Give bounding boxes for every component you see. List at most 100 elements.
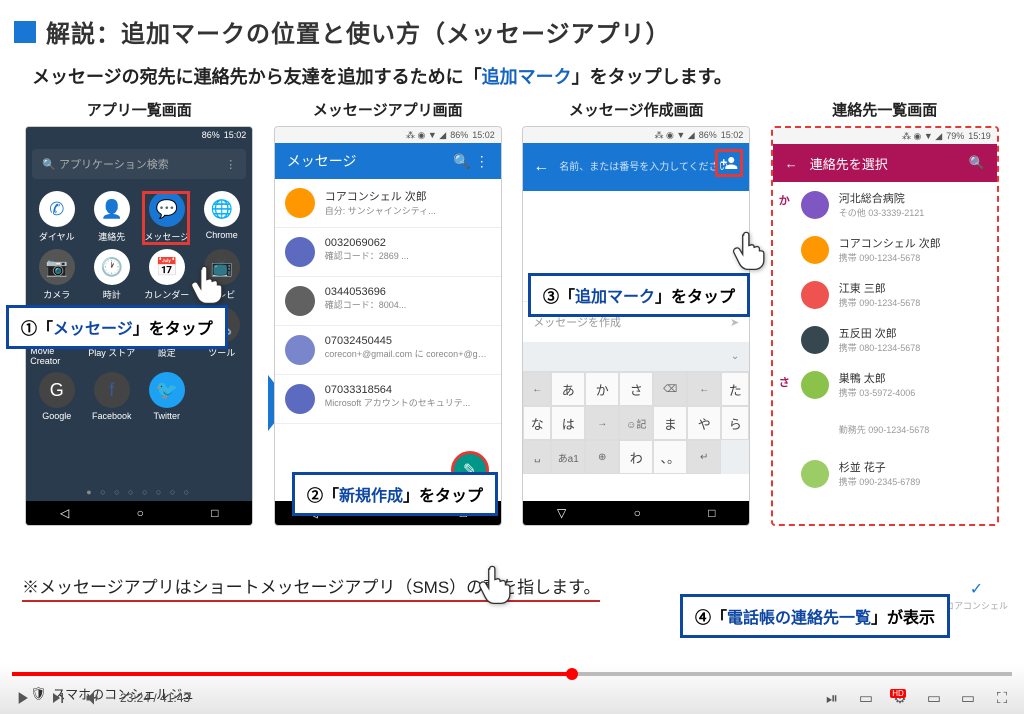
- contact-row[interactable]: 杉並 花子携帯 090-2345-6789: [773, 451, 997, 496]
- slide-subtitle: メッセージの宛先に連絡先から友達を追加するために「追加マーク」をタップします。: [32, 63, 1010, 89]
- index-label: さ: [779, 374, 790, 390]
- avatar: [285, 188, 315, 218]
- progress-bar[interactable]: [12, 672, 1012, 676]
- keyboard-suggestions: ⌄: [523, 342, 749, 372]
- key[interactable]: →: [585, 406, 619, 440]
- key[interactable]: あa1: [551, 440, 585, 474]
- person-add-icon: [720, 154, 738, 172]
- key[interactable]: ⊕: [585, 440, 619, 474]
- contact-row[interactable]: 五反田 次郎携帯 080-1234-5678: [773, 317, 997, 362]
- avatar: [801, 415, 829, 443]
- slide-content: 解説：追加マークの位置と使い方（メッセージアプリ） メッセージの宛先に連絡先から…: [0, 0, 1024, 664]
- search-icon[interactable]: 🔍 ⋮: [453, 153, 488, 170]
- phone-compose: ⁂ ◉ ▼ ◢86%15:02 ← 名前、または番号を入力してください メッセー…: [522, 126, 750, 526]
- app-facebook[interactable]: fFacebook: [85, 372, 138, 421]
- brand-logo: ✓コアコンシェル: [945, 579, 1008, 612]
- back-icon[interactable]: ←: [785, 156, 798, 171]
- recipient-input[interactable]: 名前、または番号を入力してください: [559, 161, 739, 174]
- app-dial[interactable]: ✆ダイヤル: [30, 191, 83, 243]
- app-camera[interactable]: 📷カメラ: [30, 249, 83, 301]
- key[interactable]: な: [523, 406, 551, 440]
- status-bar: ⁂ ◉ ▼ ◢86%15:02: [523, 127, 749, 143]
- key[interactable]: ま: [653, 406, 687, 440]
- key[interactable]: ら: [721, 406, 749, 440]
- play-button[interactable]: [12, 688, 32, 708]
- app-chrome[interactable]: 🌐Chrome: [195, 191, 248, 243]
- contact-row[interactable]: 勤務先 090-1234-5678: [773, 407, 997, 451]
- title-row: 解説：追加マークの位置と使い方（メッセージアプリ）: [14, 14, 1010, 49]
- message-list: コアコンシェル 次郎自分: サンシャインシティ... 0032069062確認コ…: [275, 179, 501, 424]
- message-row[interactable]: 07033318564Microsoft アカウントのセキュリテ...: [275, 375, 501, 424]
- message-row[interactable]: 0344053696確認コード：8004...: [275, 277, 501, 326]
- contacts-list: か 河北総合病院その他 03-3339-2121 コアコンシェル 次郎携帯 09…: [773, 182, 997, 496]
- volume-button[interactable]: [84, 688, 104, 708]
- app-search-input[interactable]: 🔍 アプリケーション検索⋮: [32, 149, 246, 179]
- add-contact-button[interactable]: [715, 149, 743, 177]
- key[interactable]: ←: [687, 372, 721, 406]
- message-row[interactable]: コアコンシェル 次郎自分: サンシャインシティ...: [275, 179, 501, 228]
- app-tv[interactable]: 📺テレビ: [195, 249, 248, 301]
- avatar: [801, 281, 829, 309]
- key[interactable]: ←: [523, 372, 551, 406]
- theater-button[interactable]: ▭: [958, 688, 978, 708]
- contact-row[interactable]: 江東 三郎携帯 090-1234-5678: [773, 272, 997, 317]
- subtitle-highlight: 追加マーク: [482, 67, 572, 87]
- contact-row[interactable]: 巣鴨 太郎携帯 03-5972-4006: [773, 362, 997, 407]
- status-bar: ⁂ ◉ ▼ ◢79%15:19: [773, 128, 997, 144]
- header-title: 連絡先を選択: [810, 154, 888, 173]
- app-clock[interactable]: 🕐時計: [85, 249, 138, 301]
- col-title: アプリ一覧画面: [87, 99, 192, 120]
- key[interactable]: た: [721, 372, 749, 406]
- contact-row[interactable]: 河北総合病院その他 03-3339-2121: [773, 182, 997, 227]
- back-icon[interactable]: ◁: [60, 506, 69, 520]
- send-icon[interactable]: ➤: [730, 316, 739, 329]
- message-row[interactable]: 0032069062確認コード：2869 ...: [275, 228, 501, 277]
- slide-title: 解説：追加マークの位置と使い方（メッセージアプリ）: [46, 14, 671, 49]
- col-message-list: メッセージアプリ画面 ⁂ ◉ ▼ ◢86%15:02 メッセージ🔍 ⋮ コアコン…: [267, 99, 510, 526]
- key[interactable]: や: [687, 406, 721, 440]
- footnote: ※メッセージアプリはショートメッセージアプリ（SMS）の事を指します。: [22, 573, 600, 602]
- key[interactable]: さ: [619, 372, 653, 406]
- app-messages[interactable]: 💬メッセージ: [140, 191, 193, 243]
- app-google[interactable]: GGoogle: [30, 372, 83, 421]
- phone-contacts: ⁂ ◉ ▼ ◢79%15:19 ← 連絡先を選択 🔍 か 河北総合病院その他 03-…: [771, 126, 999, 526]
- chevron-down-icon[interactable]: ⌄: [731, 351, 739, 362]
- app-twitter[interactable]: 🐦Twitter: [140, 372, 193, 421]
- col-title: 連絡先一覧画面: [832, 99, 937, 120]
- fullscreen-button[interactable]: ⛶: [992, 688, 1012, 708]
- home-icon[interactable]: ○: [137, 506, 144, 520]
- key[interactable]: か: [585, 372, 619, 406]
- back-icon[interactable]: ←: [533, 158, 549, 176]
- subtitle-post: 」をタップします。: [572, 67, 732, 87]
- key-enter[interactable]: ↵: [687, 440, 721, 474]
- phone-message-list: ⁂ ◉ ▼ ◢86%15:02 メッセージ🔍 ⋮ コアコンシェル 次郎自分: サ…: [274, 126, 502, 526]
- app-contacts[interactable]: 👤連絡先: [85, 191, 138, 243]
- recent-icon[interactable]: □: [211, 506, 218, 520]
- avatar: [801, 460, 829, 488]
- key[interactable]: 、。: [653, 440, 687, 474]
- key[interactable]: ␣: [523, 440, 551, 474]
- android-navbar: ◁ ○ □: [26, 501, 252, 525]
- message-row[interactable]: 07032450445corecon+@gmail.com に corecon+…: [275, 326, 501, 375]
- miniplayer-button[interactable]: ▭: [924, 688, 944, 708]
- key[interactable]: は: [551, 406, 585, 440]
- app-calendar[interactable]: 📅カレンダー: [140, 249, 193, 301]
- more-icon[interactable]: ⋮: [225, 158, 236, 171]
- key[interactable]: あ: [551, 372, 585, 406]
- search-icon[interactable]: 🔍: [969, 155, 985, 171]
- avatar: [285, 286, 315, 316]
- contact-row[interactable]: コアコンシェル 次郎携帯 090-1234-5678: [773, 227, 997, 272]
- captions-button[interactable]: ▭: [856, 688, 876, 708]
- callout-1: ①「メッセージ」をタップ: [6, 305, 228, 349]
- next-button[interactable]: [48, 688, 68, 708]
- avatar: [285, 335, 315, 365]
- keyboard: ⌄ ←あかさ⌫ ←たなは→ ☺記まやら␣ あa1⊕わ、。↵: [523, 342, 749, 474]
- autoplay-toggle[interactable]: ⏯: [822, 688, 842, 708]
- key-delete[interactable]: ⌫: [653, 372, 687, 406]
- avatar: [285, 384, 315, 414]
- avatar: [801, 371, 829, 399]
- settings-button[interactable]: ⚙HD: [890, 688, 910, 708]
- key[interactable]: わ: [619, 440, 653, 474]
- callout-4: ④「電話帳の連絡先一覧」が表示: [680, 594, 950, 638]
- key[interactable]: ☺記: [619, 406, 653, 440]
